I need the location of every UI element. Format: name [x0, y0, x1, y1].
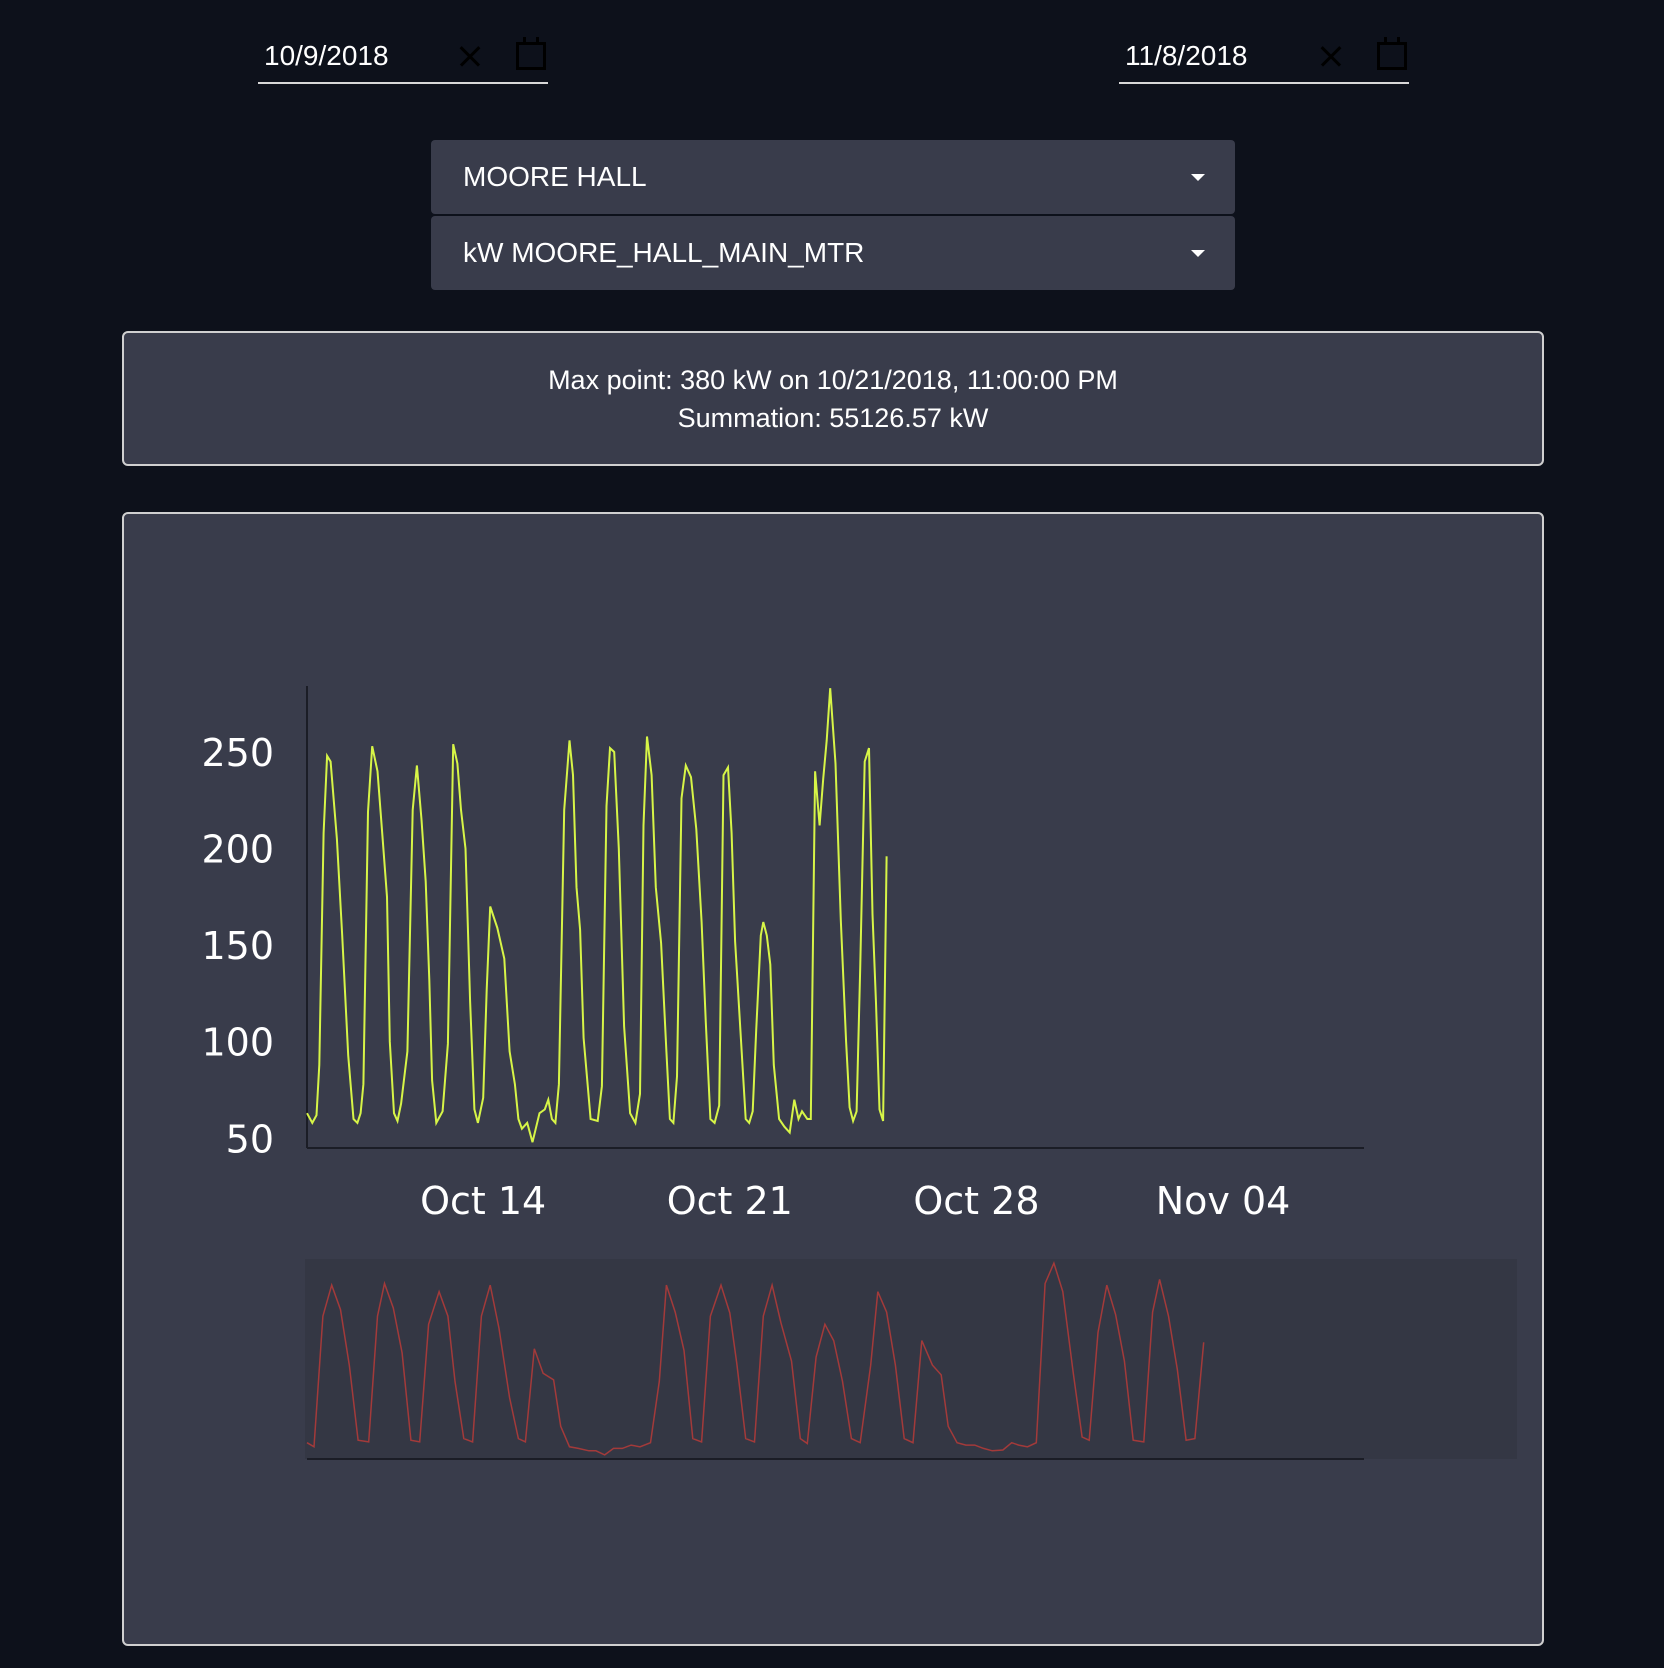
- overview-panel: [305, 1259, 1517, 1459]
- start-date-input[interactable]: 10/9/2018: [264, 40, 452, 72]
- end-date-calendar-icon[interactable]: [1377, 37, 1407, 70]
- y-tick-label: 100: [201, 1021, 274, 1065]
- building-select-value: MOORE HALL: [463, 161, 647, 192]
- start-date-calendar-icon[interactable]: [516, 37, 546, 70]
- x-tick-label: Nov 04: [1156, 1179, 1291, 1223]
- x-tick-label: Oct 21: [667, 1179, 793, 1223]
- x-tick-label: Oct 28: [913, 1179, 1039, 1223]
- end-date-picker[interactable]: 11/8/2018: [1119, 30, 1409, 84]
- y-tick-label: 150: [201, 924, 274, 968]
- max-point-text: Max point: 380 kW on 10/21/2018, 11:00:0…: [548, 364, 1118, 395]
- summation-text: Summation: 55126.57 kW: [677, 402, 989, 433]
- y-tick-label: 250: [201, 731, 274, 775]
- chevron-down-icon: [1191, 173, 1205, 181]
- meter-select[interactable]: kW MOORE_HALL_MAIN_MTR: [431, 216, 1235, 290]
- building-select[interactable]: MOORE HALL: [431, 140, 1235, 214]
- chart-panel: 50 100 150 200 250 Oct 14 Oct 21 Oct 28 Nov 04: [122, 512, 1544, 1646]
- main-series-line: [306, 688, 888, 1143]
- end-date-clear-icon[interactable]: [1315, 40, 1347, 72]
- y-tick-label: 50: [226, 1117, 274, 1161]
- meter-select-value: kW MOORE_HALL_MAIN_MTR: [463, 237, 865, 268]
- start-date-clear-icon[interactable]: [454, 40, 486, 72]
- x-tick-label: Oct 14: [420, 1179, 546, 1223]
- end-date-input[interactable]: 11/8/2018: [1125, 40, 1313, 72]
- start-date-picker[interactable]: 10/9/2018: [258, 30, 548, 84]
- consumption-chart[interactable]: 50 100 150 200 250 Oct 14 Oct 21 Oct 28 Nov 04: [124, 514, 1542, 1644]
- chevron-down-icon: [1191, 249, 1205, 257]
- y-tick-label: 200: [201, 828, 274, 872]
- summary-panel: Max point: 380 kW on 10/21/2018, 11:00:0…: [122, 331, 1544, 466]
